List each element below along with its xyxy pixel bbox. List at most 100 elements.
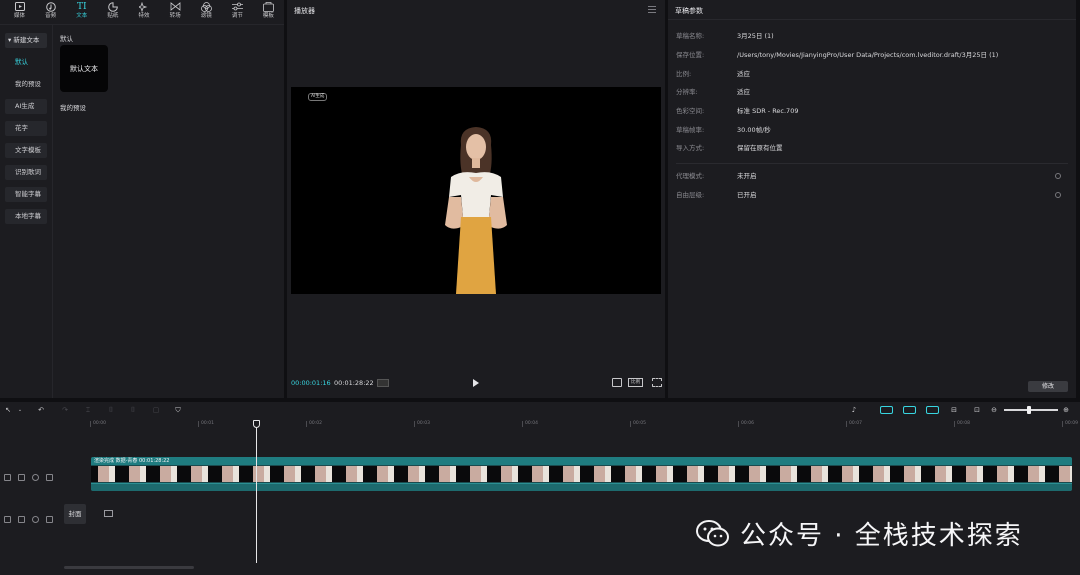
media-toolbar: 媒体 音频 TI 文本 贴纸 特效 转场 滤镜 调节 模板 [0, 0, 284, 24]
info-icon[interactable] [1055, 173, 1061, 179]
subtitle-icon[interactable]: ⊡ [973, 406, 981, 414]
tab-template[interactable]: 模板 [253, 0, 284, 24]
param-key: 色彩空间: [676, 107, 705, 115]
horizontal-scrollbar[interactable] [64, 566, 194, 569]
text-icon: TI [76, 1, 87, 12]
param-value: 适应 [737, 70, 750, 78]
playhead-line[interactable] [256, 420, 257, 563]
redo-icon[interactable]: ↷ [61, 406, 69, 414]
preview-axis-icon[interactable]: ⊟ [950, 406, 958, 414]
text-library: 默认 默认文本 我的预设 [53, 25, 284, 398]
default-text-card[interactable]: 默认文本 [60, 45, 108, 92]
sidebar-item-smart-subtitles[interactable]: 智能字幕 [5, 187, 47, 202]
tab-effects[interactable]: 特效 [128, 0, 159, 24]
param-value: /Users/tony/Movies/JianyingPro/User Data… [737, 51, 999, 59]
zoom-out-icon[interactable]: ⊖ [990, 406, 998, 414]
draft-params-panel: 草稿参数 草稿名称: 3月25日 (1) 保存位置: /Users/tony/M… [668, 0, 1076, 398]
play-button[interactable] [473, 379, 479, 387]
sidebar-item-local-subtitles[interactable]: 本地字幕 [5, 209, 47, 224]
modify-button[interactable]: 修改 [1028, 381, 1068, 392]
sidebar-item-fancy-text[interactable]: 花字 [5, 121, 47, 136]
tab-filter[interactable]: 滤镜 [191, 0, 222, 24]
template-icon [262, 1, 274, 12]
menu-icon[interactable] [648, 6, 656, 13]
playhead-handle[interactable] [253, 420, 260, 428]
clip-label: 渲染完成 数据-青春 00:01:28:22 [94, 458, 170, 464]
microphone-icon[interactable]: ♪ [850, 406, 858, 414]
param-key: 代理模式: [676, 172, 705, 180]
ruler-tick: 00:04 [522, 421, 538, 427]
video-preview[interactable]: AI生成 [291, 87, 661, 294]
sidebar-item-new-text[interactable]: ▾ 新建文本 [5, 33, 47, 48]
ai-generated-label: AI生成 [308, 93, 328, 101]
divider [676, 163, 1068, 164]
eye-icon[interactable] [32, 516, 39, 523]
split-icon[interactable]: ⌶ [84, 406, 92, 414]
cover-button[interactable]: 封面 [64, 504, 86, 524]
zoom-slider[interactable] [1004, 409, 1058, 411]
clip-waveform [91, 483, 1072, 491]
zoom-slider-handle[interactable] [1027, 406, 1031, 414]
timeline-toggle-icon[interactable] [377, 379, 389, 387]
category-sidebar: ▾ 新建文本 默认 我的预设 AI生成 花字 文字模板 识别歌词 智能字幕 本地… [0, 25, 53, 398]
param-value: 未开启 [737, 172, 757, 180]
sidebar-item-lyrics[interactable]: 识别歌词 [5, 165, 47, 180]
track-type-icon [4, 516, 11, 523]
cover-track-controls [4, 515, 56, 525]
time-ruler[interactable]: 00:00 00:01 00:02 00:03 00:04 00:05 00:0… [90, 419, 1078, 431]
eye-icon[interactable] [32, 474, 39, 481]
zoom-in-icon[interactable]: ⊕ [1062, 406, 1070, 414]
tab-audio[interactable]: 音频 [35, 0, 66, 24]
lock-icon[interactable] [18, 516, 25, 523]
ruler-tick: 00:03 [414, 421, 430, 427]
card-label: 默认文本 [70, 64, 98, 73]
presenter-figure [445, 127, 507, 294]
sidebar-item-text-template[interactable]: 文字模板 [5, 143, 47, 158]
shield-icon[interactable]: ⛉ [174, 406, 182, 414]
audio-mute-icon[interactable] [46, 474, 53, 481]
filter-icon [200, 1, 212, 12]
select-tool-icon[interactable]: ↖ [4, 406, 12, 414]
param-value: 保留在原有位置 [737, 144, 783, 152]
sidebar-item-default[interactable]: 默认 [5, 55, 47, 70]
audio-mute-icon[interactable] [46, 516, 53, 523]
video-clip[interactable]: 渲染完成 数据-青春 00:01:28:22 [91, 457, 1072, 491]
split-left-icon[interactable]: ⌷ [107, 406, 115, 414]
tab-text[interactable]: TI 文本 [66, 0, 97, 24]
sidebar-item-my-presets[interactable]: 我的预设 [5, 77, 47, 92]
lock-icon[interactable] [18, 474, 25, 481]
tab-adjust[interactable]: 调节 [222, 0, 253, 24]
chevron-down-icon[interactable]: ⌄ [16, 406, 24, 414]
ruler-tick: 00:05 [630, 421, 646, 427]
tab-transition[interactable]: 转场 [160, 0, 191, 24]
tab-media[interactable]: 媒体 [4, 0, 35, 24]
ratio-button[interactable]: 比例 [628, 378, 643, 387]
delete-icon[interactable]: ▢ [152, 406, 160, 414]
param-key: 分辨率: [676, 88, 698, 96]
transition-icon [169, 1, 181, 12]
undo-icon[interactable]: ↶ [37, 406, 45, 414]
tab-sticker[interactable]: 贴纸 [97, 0, 128, 24]
fullscreen-icon[interactable] [652, 378, 662, 387]
total-timecode: 00:01:28:22 [334, 379, 374, 387]
track-type-icon [4, 474, 11, 481]
effects-icon [138, 1, 150, 12]
linkage-icon[interactable] [926, 406, 939, 414]
adjust-icon [231, 1, 243, 12]
clip-thumbnails [91, 466, 1072, 482]
param-key: 保存位置: [676, 51, 705, 59]
tab-label: 转场 [169, 13, 181, 19]
split-right-icon[interactable]: ⌷ [129, 406, 137, 414]
param-value: 已开启 [737, 191, 757, 199]
ruler-tick: 00:01 [198, 421, 214, 427]
auto-snap-icon[interactable] [903, 406, 916, 414]
app-window: 媒体 音频 TI 文本 贴纸 特效 转场 滤镜 调节 模板 ▾ 新建文本 默认 … [0, 0, 1080, 575]
watermark-text: 公众号 · 全栈技术探索 [740, 521, 1023, 551]
params-header: 草稿参数 [668, 0, 1076, 20]
fit-frame-icon[interactable] [612, 378, 622, 387]
main-track-magnet-icon[interactable] [880, 406, 893, 414]
wechat-icon [696, 520, 729, 547]
param-value: 3月25日 (1) [737, 32, 774, 40]
info-icon[interactable] [1055, 192, 1061, 198]
sidebar-item-ai-generate[interactable]: AI生成 [5, 99, 47, 114]
